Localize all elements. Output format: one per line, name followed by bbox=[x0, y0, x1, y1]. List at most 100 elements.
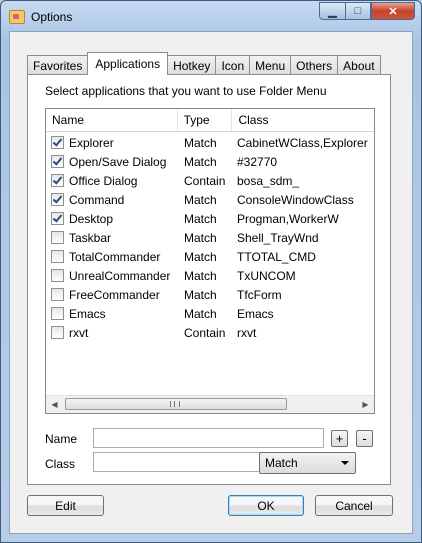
cancel-button[interactable]: Cancel bbox=[315, 495, 393, 516]
applications-list[interactable]: Name Type Class Explorer Match CabinetWCla… bbox=[45, 108, 375, 414]
scroll-right-icon[interactable]: ▶ bbox=[358, 397, 373, 412]
list-item-checkbox[interactable] bbox=[51, 250, 64, 263]
list-item-class: TfcForm bbox=[237, 287, 282, 302]
list-item-checkbox[interactable] bbox=[51, 174, 64, 187]
tab-applications[interactable]: Applications bbox=[87, 52, 169, 75]
column-header-type[interactable]: Type bbox=[178, 109, 233, 131]
list-item-name: UnrealCommander bbox=[69, 268, 171, 283]
column-header-class[interactable]: Class bbox=[232, 109, 374, 131]
tab-menu[interactable]: Menu bbox=[249, 55, 292, 75]
list-rows: Explorer Match CabinetWClass,Explorer Open/… bbox=[46, 133, 374, 342]
list-item-name: Command bbox=[69, 192, 125, 207]
list-item-name-cell: rxvt bbox=[46, 326, 178, 340]
ok-button[interactable]: OK bbox=[228, 495, 304, 516]
tab-hotkey[interactable]: Hotkey bbox=[167, 55, 217, 75]
list-item-checkbox[interactable] bbox=[51, 269, 64, 282]
list-item[interactable]: TotalCommander Match TTOTAL_CMD bbox=[46, 247, 374, 266]
list-item-type: Match bbox=[184, 268, 217, 283]
list-item-type: Match bbox=[184, 135, 217, 150]
list-item-class: TTOTAL_CMD bbox=[237, 249, 316, 264]
list-item-name-cell: Explorer bbox=[46, 136, 178, 150]
list-item-class: rxvt bbox=[237, 325, 257, 340]
close-button[interactable]: ✕ bbox=[371, 2, 415, 20]
list-item-name: Taskbar bbox=[69, 230, 112, 245]
list-item-class: ConsoleWindowClass bbox=[237, 192, 354, 207]
title-bar[interactable]: Options ▁ □ ✕ bbox=[1, 1, 421, 31]
add-button[interactable]: + bbox=[331, 430, 348, 447]
list-item[interactable]: Explorer Match CabinetWClass,Explorer bbox=[46, 133, 374, 152]
remove-button[interactable]: - bbox=[356, 430, 373, 447]
horizontal-scrollbar[interactable]: ◀ ▶ bbox=[46, 395, 374, 413]
maximize-button[interactable]: □ bbox=[345, 2, 371, 20]
list-item[interactable]: FreeCommander Match TfcForm bbox=[46, 285, 374, 304]
list-item-name: Emacs bbox=[69, 306, 106, 321]
scroll-left-icon[interactable]: ◀ bbox=[47, 397, 62, 412]
list-item[interactable]: Command Match ConsoleWindowClass bbox=[46, 190, 374, 209]
list-item-name: Office Dialog bbox=[69, 173, 138, 188]
list-item-name: Desktop bbox=[69, 211, 114, 226]
list-item-name-cell: Emacs bbox=[46, 307, 178, 321]
tab-about[interactable]: About bbox=[337, 55, 381, 75]
list-item-class: Emacs bbox=[237, 306, 274, 321]
list-item-name-cell: UnrealCommander bbox=[46, 269, 178, 283]
dialog-client-area: Favorites Applications Hotkey Icon Menu … bbox=[9, 31, 413, 534]
list-item-name-cell: Desktop bbox=[46, 212, 178, 226]
options-window: Options ▁ □ ✕ Favorites Applications Hot… bbox=[0, 0, 422, 543]
instruction-text: Select applications that you want to use… bbox=[45, 84, 327, 98]
list-item-name-cell: TotalCommander bbox=[46, 250, 178, 264]
list-item[interactable]: Open/Save Dialog Match #32770 bbox=[46, 152, 374, 171]
list-item-checkbox[interactable] bbox=[51, 155, 64, 168]
list-item-type: Match bbox=[184, 249, 217, 264]
list-item[interactable]: Emacs Match Emacs bbox=[46, 304, 374, 323]
list-item-checkbox[interactable] bbox=[51, 212, 64, 225]
list-item-type: Match bbox=[184, 287, 217, 302]
list-item-checkbox[interactable] bbox=[51, 193, 64, 206]
tab-others[interactable]: Others bbox=[290, 55, 339, 75]
minimize-button[interactable]: ▁ bbox=[319, 2, 345, 20]
tab-icon[interactable]: Icon bbox=[215, 55, 251, 75]
list-item-class: #32770 bbox=[237, 154, 278, 169]
window-title: Options bbox=[31, 10, 73, 24]
list-item-name-cell: FreeCommander bbox=[46, 288, 178, 302]
list-item-name-cell: Open/Save Dialog bbox=[46, 155, 178, 169]
list-header: Name Type Class bbox=[46, 109, 374, 132]
list-item[interactable]: Taskbar Match Shell_TrayWnd bbox=[46, 228, 374, 247]
list-item[interactable]: Desktop Match Progman,WorkerW bbox=[46, 209, 374, 228]
list-item-name-cell: Command bbox=[46, 193, 178, 207]
class-label: Class bbox=[45, 457, 76, 471]
grip-icon bbox=[170, 401, 180, 407]
list-item-class: bosa_sdm_ bbox=[237, 173, 300, 188]
list-item-type: Match bbox=[184, 154, 217, 169]
match-type-select[interactable]: Match bbox=[259, 452, 356, 474]
list-item[interactable]: rxvt Contain rxvt bbox=[46, 323, 374, 342]
scroll-thumb[interactable] bbox=[65, 398, 287, 410]
name-field[interactable] bbox=[93, 428, 324, 448]
minimize-icon: ▁ bbox=[328, 5, 337, 18]
list-item-checkbox[interactable] bbox=[51, 307, 64, 320]
class-field[interactable] bbox=[93, 452, 268, 472]
list-item-checkbox[interactable] bbox=[51, 136, 64, 149]
list-item[interactable]: Office Dialog Contain bosa_sdm_ bbox=[46, 171, 374, 190]
list-item-checkbox[interactable] bbox=[51, 326, 64, 339]
list-item-name: rxvt bbox=[69, 325, 89, 340]
list-item-class: Shell_TrayWnd bbox=[237, 230, 319, 245]
match-type-value: Match bbox=[265, 456, 298, 470]
tab-favorites[interactable]: Favorites bbox=[27, 55, 89, 75]
list-item-name-cell: Office Dialog bbox=[46, 174, 178, 188]
maximize-icon: □ bbox=[354, 5, 362, 17]
applications-panel: Select applications that you want to use… bbox=[27, 74, 391, 485]
list-item-name: FreeCommander bbox=[69, 287, 160, 302]
list-item-type: Match bbox=[184, 230, 217, 245]
column-header-name[interactable]: Name bbox=[46, 109, 178, 131]
list-item-checkbox[interactable] bbox=[51, 231, 64, 244]
tab-strip: Favorites Applications Hotkey Icon Menu … bbox=[27, 52, 381, 75]
list-item-type: Match bbox=[184, 192, 217, 207]
folder-menu-app-icon bbox=[9, 10, 25, 24]
list-item-type: Match bbox=[184, 306, 217, 321]
list-item-name: TotalCommander bbox=[69, 249, 161, 264]
list-item-name-cell: Taskbar bbox=[46, 231, 178, 245]
list-item-checkbox[interactable] bbox=[51, 288, 64, 301]
edit-button[interactable]: Edit bbox=[27, 495, 104, 516]
list-item[interactable]: UnrealCommander Match TxUNCOM bbox=[46, 266, 374, 285]
list-item-name: Open/Save Dialog bbox=[69, 154, 167, 169]
